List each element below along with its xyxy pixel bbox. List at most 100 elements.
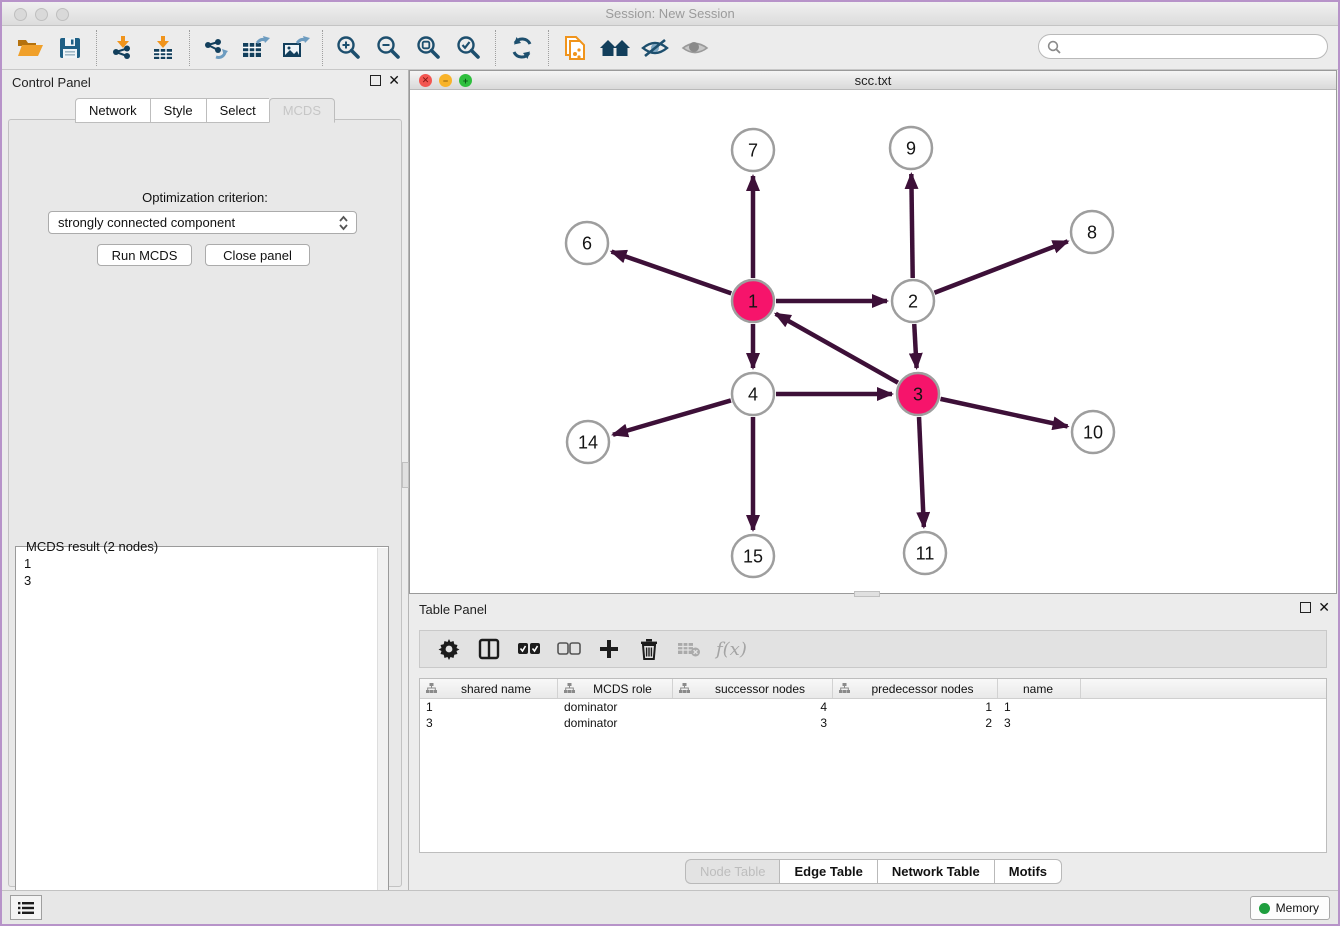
cell-successor-nodes[interactable]: 3 (673, 715, 833, 731)
cell-predecessor-nodes[interactable]: 2 (833, 715, 998, 731)
cell-predecessor-nodes[interactable]: 1 (833, 699, 998, 715)
graph-edge-3-11[interactable] (919, 417, 924, 527)
graph-edge-2-9[interactable] (911, 174, 912, 278)
node-table-header-row: shared name MCDS role successor nodes pr… (420, 679, 1326, 699)
add-column-icon[interactable] (596, 636, 622, 662)
graph-node-label-9: 9 (906, 138, 916, 158)
cell-shared-name[interactable]: 3 (420, 715, 558, 731)
graph-edge-1-6[interactable] (612, 252, 732, 294)
column-header-predecessor-nodes[interactable]: predecessor nodes (833, 679, 998, 698)
node-table: shared name MCDS role successor nodes pr… (419, 678, 1327, 853)
delete-column-trash-icon[interactable] (636, 636, 662, 662)
control-panel: Control Panel ✕ Network Style Select MCD… (2, 70, 409, 890)
window-titlebar: Session: New Session (2, 2, 1338, 26)
network-graph: 1234678910111415 (410, 90, 1336, 593)
graph-node-label-1: 1 (748, 291, 758, 311)
network-window-titlebar[interactable]: ✕ − + scc.txt (410, 71, 1336, 90)
graph-edge-3-10[interactable] (940, 399, 1067, 427)
graph-node-label-8: 8 (1087, 222, 1097, 242)
show-all-eye-icon[interactable] (675, 29, 715, 67)
memory-button[interactable]: Memory (1250, 896, 1330, 920)
show-panels-list-button[interactable] (10, 895, 42, 920)
export-table-icon[interactable] (236, 29, 276, 67)
open-session-icon[interactable] (10, 29, 50, 67)
application-window: Session: New Session (0, 0, 1340, 926)
graph-node-label-6: 6 (582, 233, 592, 253)
graph-node-label-14: 14 (578, 432, 598, 452)
refresh-view-icon[interactable] (502, 29, 542, 67)
graph-edge-4-14[interactable] (613, 400, 731, 434)
cell-mcds-role[interactable]: dominator (558, 715, 673, 731)
tab-network-table[interactable]: Network Table (877, 859, 994, 884)
toggle-columns-icon[interactable] (476, 636, 502, 662)
cell-successor-nodes[interactable]: 4 (673, 699, 833, 715)
main-toolbar (2, 26, 1338, 70)
toolbar-separator (495, 30, 496, 66)
column-header-name[interactable]: name (998, 679, 1081, 698)
graph-edge-2-8[interactable] (934, 241, 1067, 292)
table-panel-tabs: Node Table Edge Table Network Table Moti… (409, 859, 1338, 884)
mcds-result-text[interactable]: 1 3 (24, 555, 31, 589)
search-field[interactable] (1038, 34, 1328, 59)
column-header-shared-name[interactable]: shared name (420, 679, 558, 698)
tab-node-table[interactable]: Node Table (685, 859, 780, 884)
cell-name[interactable]: 3 (998, 715, 1081, 731)
table-settings-gear-icon[interactable] (436, 636, 462, 662)
memory-status-icon (1259, 903, 1270, 914)
network-canvas[interactable]: 1234678910111415 (410, 90, 1336, 593)
tab-network[interactable]: Network (75, 98, 150, 123)
table-row[interactable]: 3 dominator 3 2 3 (420, 715, 1326, 731)
cell-name[interactable]: 1 (998, 699, 1081, 715)
graph-edge-3-1[interactable] (776, 314, 898, 383)
tab-mcds[interactable]: MCDS (269, 98, 335, 123)
graph-node-label-2: 2 (908, 291, 918, 311)
mcds-result-scrollbar[interactable] (377, 548, 388, 918)
float-panel-icon[interactable] (370, 75, 381, 86)
cell-shared-name[interactable]: 1 (420, 699, 558, 715)
search-input[interactable] (1066, 39, 1327, 54)
select-all-rows-icon[interactable] (516, 636, 542, 662)
cell-mcds-role[interactable]: dominator (558, 699, 673, 715)
close-panel-button[interactable]: Close panel (205, 244, 310, 266)
float-table-panel-icon[interactable] (1300, 602, 1311, 613)
zoom-in-icon[interactable] (329, 29, 369, 67)
tab-edge-table[interactable]: Edge Table (779, 859, 876, 884)
export-network-icon[interactable] (196, 29, 236, 67)
zoom-fit-icon[interactable] (409, 29, 449, 67)
column-type-icon (839, 683, 850, 694)
panel-splitter-grip[interactable] (402, 462, 409, 488)
graph-node-label-4: 4 (748, 384, 758, 404)
tab-motifs[interactable]: Motifs (994, 859, 1062, 884)
graph-node-label-7: 7 (748, 140, 758, 160)
import-table-icon[interactable] (143, 29, 183, 67)
criterion-value: strongly connected component (58, 215, 235, 230)
hide-selected-eye-icon[interactable] (635, 29, 675, 67)
graph-edge-2-3[interactable] (914, 324, 916, 368)
zoom-selected-icon[interactable] (449, 29, 489, 67)
window-title: Session: New Session (2, 6, 1338, 21)
search-icon (1047, 40, 1061, 54)
column-header-mcds-role[interactable]: MCDS role (558, 679, 673, 698)
tab-select[interactable]: Select (206, 98, 269, 123)
control-panel-tabs: Network Style Select MCDS (2, 98, 408, 123)
graph-node-label-3: 3 (913, 384, 923, 404)
run-mcds-button[interactable]: Run MCDS (97, 244, 192, 266)
graph-node-label-10: 10 (1083, 422, 1103, 442)
criterion-select[interactable]: strongly connected component (48, 211, 357, 234)
export-image-icon[interactable] (276, 29, 316, 67)
save-session-icon[interactable] (50, 29, 90, 67)
status-bar: Memory (2, 890, 1338, 924)
optimization-criterion-label: Optimization criterion: (9, 190, 401, 205)
tab-style[interactable]: Style (150, 98, 206, 123)
home-icon[interactable] (595, 29, 635, 67)
deselect-all-rows-icon[interactable] (556, 636, 582, 662)
mcds-result-title: MCDS result (2 nodes) (23, 539, 161, 554)
close-table-panel-icon[interactable]: ✕ (1318, 602, 1330, 613)
column-header-successor-nodes[interactable]: successor nodes (673, 679, 833, 698)
table-row[interactable]: 1 dominator 4 1 1 (420, 699, 1326, 715)
import-network-icon[interactable] (103, 29, 143, 67)
column-type-icon (426, 683, 437, 694)
close-panel-icon[interactable]: ✕ (388, 75, 400, 86)
zoom-out-icon[interactable] (369, 29, 409, 67)
first-neighbors-icon[interactable] (555, 29, 595, 67)
